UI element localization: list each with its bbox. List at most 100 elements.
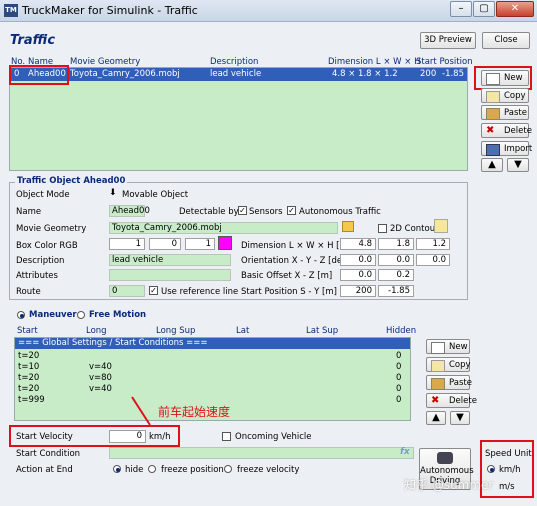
movie-geometry-label: Movie Geometry (16, 224, 87, 234)
orient-z-field[interactable]: 0.0 (416, 254, 450, 266)
close-window-icon[interactable]: ✕ (496, 1, 534, 17)
watermark: 知乎 @summer (404, 478, 494, 492)
function-icon[interactable]: fx (400, 447, 410, 457)
import-button[interactable]: Import (481, 141, 533, 156)
freeze-position-radio[interactable] (148, 465, 156, 473)
route-field[interactable]: 0 (109, 285, 145, 297)
close-button[interactable]: Close (482, 32, 530, 49)
3d-preview-button[interactable]: 3D Preview (420, 32, 476, 49)
freeze-velocity-radio[interactable] (224, 465, 232, 473)
route-label: Route (16, 287, 41, 297)
orient-x-field[interactable]: 0.0 (340, 254, 376, 266)
steering-icon (437, 452, 453, 464)
maximize-icon[interactable]: ▢ (473, 1, 495, 17)
window-title: TruckMaker for Simulink - Traffic (22, 4, 198, 17)
maneuver-up-icon[interactable]: ▲ (426, 411, 446, 425)
detectable-label: Detectable by (179, 207, 239, 217)
mrow-start: === Global Settings / Start Conditions =… (18, 338, 208, 348)
offset-label: Basic Offset X - Z [m] (241, 271, 333, 281)
table-row[interactable]: 0 Ahead00 Toyota_Camry_2006.mobj lead ve… (10, 68, 467, 81)
contour-edit-icon[interactable] (434, 219, 448, 233)
mrow-start: t=10 (18, 362, 40, 372)
movie-geometry-field[interactable]: Toyota_Camry_2006.mobj (109, 222, 338, 234)
folder-icon[interactable] (342, 221, 354, 232)
move-up-icon[interactable]: ▲ (481, 158, 503, 172)
new-icon (431, 342, 445, 354)
paste-button[interactable]: Paste (481, 105, 529, 120)
start-condition-field[interactable] (109, 447, 414, 459)
oncoming-checkbox[interactable] (222, 432, 231, 441)
col-dimension: Dimension L × W × H (328, 57, 421, 67)
start-s-field[interactable]: 200 (340, 285, 376, 297)
mcol-hidden: Hidden (386, 326, 417, 336)
maneuver-paste-button[interactable]: Paste (426, 375, 472, 390)
freeze-velocity-label: freeze velocity (237, 465, 300, 475)
traffic-table[interactable] (9, 67, 468, 171)
dim-w-field[interactable]: 1.8 (378, 238, 414, 250)
offset-z-field[interactable]: 0.2 (378, 269, 414, 281)
mrow-hidden: 0 (396, 395, 402, 405)
color-r-field[interactable]: 1 (109, 238, 145, 250)
attributes-field[interactable] (109, 269, 231, 281)
row-start-y: -1.85 (442, 69, 464, 79)
mrow-start: t=999 (18, 395, 45, 405)
offset-x-field[interactable]: 0.0 (340, 269, 376, 281)
2d-contour-checkbox[interactable] (378, 224, 387, 233)
minimize-icon[interactable]: – (450, 1, 472, 17)
attributes-label: Attributes (16, 271, 58, 281)
sensors-checkbox[interactable]: ✓ (238, 206, 247, 215)
dim-h-field[interactable]: 1.2 (416, 238, 450, 250)
maneuver-copy-label: Copy (449, 360, 471, 370)
highlight-row-box (9, 65, 69, 85)
move-down-icon[interactable]: ▼ (507, 158, 529, 172)
color-swatch[interactable] (218, 236, 232, 250)
start-y-field[interactable]: -1.85 (378, 285, 414, 297)
maneuver-tab[interactable]: Maneuver (29, 310, 77, 320)
name-field[interactable]: Ahead00 (109, 205, 150, 217)
col-description: Description (210, 57, 259, 67)
object-mode-value[interactable]: Movable Object (122, 190, 188, 200)
maneuver-row[interactable]: t=20 (18, 373, 39, 383)
maneuver-copy-button[interactable]: Copy (426, 357, 471, 372)
maneuver-radio[interactable] (17, 311, 25, 319)
color-b-field[interactable]: 1 (185, 238, 215, 250)
maneuver-row[interactable]: t=10 (18, 362, 39, 372)
download-icon: ⬇ (109, 188, 117, 198)
maneuver-row[interactable]: t=20 (18, 384, 39, 394)
copy-icon (486, 91, 500, 103)
maneuver-row[interactable]: t=20 (18, 351, 39, 361)
autonomous-checkbox[interactable]: ✓ (287, 206, 296, 215)
dim-l-field[interactable]: 4.8 (340, 238, 376, 250)
free-motion-tab[interactable]: Free Motion (89, 310, 146, 320)
delete-button[interactable]: ✖ Delete (481, 123, 532, 138)
maneuver-row[interactable]: t=999 (18, 395, 45, 405)
copy-label: Copy (504, 91, 526, 101)
mrow-hidden: 0 (396, 373, 402, 383)
free-motion-radio[interactable] (77, 311, 85, 319)
mrow-hidden: 0 (396, 351, 402, 361)
row-dimension: 4.8 × 1.8 × 1.2 (332, 69, 398, 79)
hide-radio[interactable] (113, 465, 121, 473)
orient-y-field[interactable]: 0.0 (378, 254, 414, 266)
row-movie: Toyota_Camry_2006.mobj (70, 69, 180, 79)
copy-button[interactable]: Copy (481, 88, 529, 103)
maneuver-row[interactable]: === Global Settings / Start Conditions =… (15, 338, 410, 349)
color-g-field[interactable]: 0 (149, 238, 181, 250)
kmh-radio[interactable] (487, 465, 495, 473)
action-at-end-label: Action at End (16, 465, 73, 475)
mrow-long: v=40 (89, 362, 112, 372)
maneuver-down-icon[interactable]: ▼ (450, 411, 470, 425)
col-start-position: Start Position (416, 57, 473, 67)
delete-icon: ✖ (486, 125, 495, 136)
mrow-hidden: 0 (396, 384, 402, 394)
import-label: Import (504, 144, 533, 154)
description-field[interactable]: lead vehicle (109, 254, 231, 266)
maneuver-new-button[interactable]: New (426, 339, 470, 354)
mcol-lat: Lat (236, 326, 250, 336)
mrow-long: v=80 (89, 373, 112, 383)
use-reference-checkbox[interactable]: ✓ (149, 286, 158, 295)
maneuver-delete-button[interactable]: ✖ Delete (426, 393, 477, 408)
freeze-position-label: freeze position (161, 465, 224, 475)
col-movie: Movie Geometry (70, 57, 141, 67)
mrow-start: t=20 (18, 351, 40, 361)
